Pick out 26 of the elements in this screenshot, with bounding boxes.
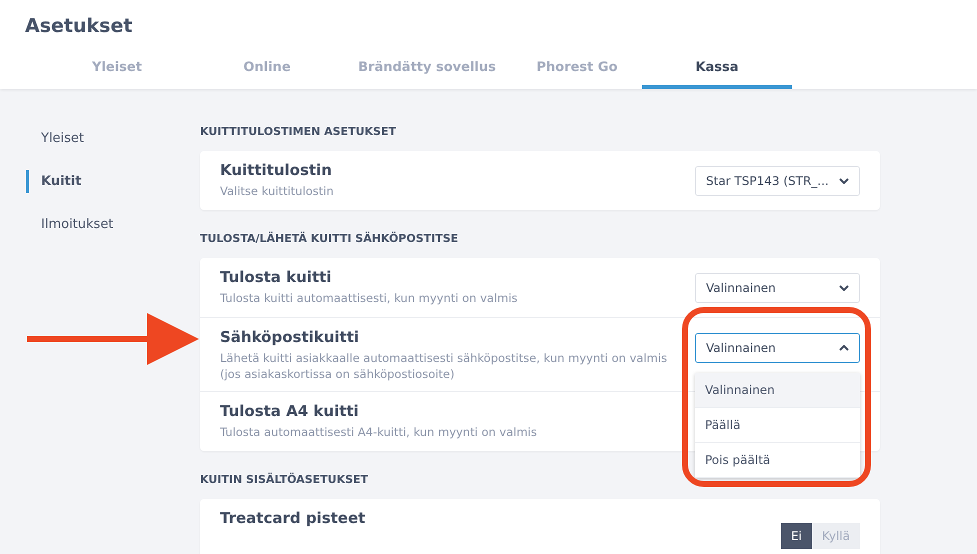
section-heading: TULOSTA/LÄHETÄ KUITTI SÄHKÖPOSTITSE: [200, 232, 460, 245]
setting-title: Tulosta kuitti: [220, 268, 332, 286]
setting-title: Kuittitulostin: [220, 161, 333, 179]
setting-description: Lähetä kuitti asiakkaalle automaattisesti sähköpostitse, kun myynti on valmis (jos asiakaskortissa on sähköpostiosoite): [220, 350, 668, 382]
setting-title: Treatcard pisteet: [220, 509, 366, 528]
dropdown-option[interactable]: Valinnainen: [695, 373, 860, 408]
tab[interactable]: Kassa: [642, 53, 792, 89]
setting-title: Sähköpostikuitti: [220, 328, 360, 346]
chevron-up-icon: [839, 345, 849, 351]
setting-description: Tulosta automaattisesti A4-kuitti, kun myynti on valmis: [220, 424, 537, 440]
chevron-down-icon: [839, 178, 849, 184]
dropdown-option[interactable]: Pois päältä: [695, 443, 860, 478]
section-heading: KUITTITULOSTIMEN ASETUKSET: [200, 125, 397, 138]
setting-description: Valitse kuittitulostin: [220, 183, 334, 200]
dropdown[interactable]: Valinnainen: [695, 273, 860, 303]
sidebar-item[interactable]: Yleiset: [26, 127, 200, 150]
dropdown[interactable]: Star TSP143 (STR_...: [695, 166, 860, 196]
dropdown-option[interactable]: Päällä: [695, 408, 860, 443]
dropdown[interactable]: Valinnainen: [695, 333, 860, 363]
page-title: Asetukset: [25, 15, 134, 37]
toggle-option[interactable]: Ei: [780, 523, 812, 550]
setting-description: Tulosta kuitti automaattisesti, kun myynti on valmis: [220, 290, 518, 306]
section-heading: KUITIN SISÄLTÖASETUKSET: [200, 473, 370, 486]
chevron-down-icon: [839, 285, 849, 291]
setting-title: Tulosta A4 kuitti: [220, 402, 360, 420]
sidebar-item[interactable]: Ilmoitukset: [26, 213, 200, 236]
